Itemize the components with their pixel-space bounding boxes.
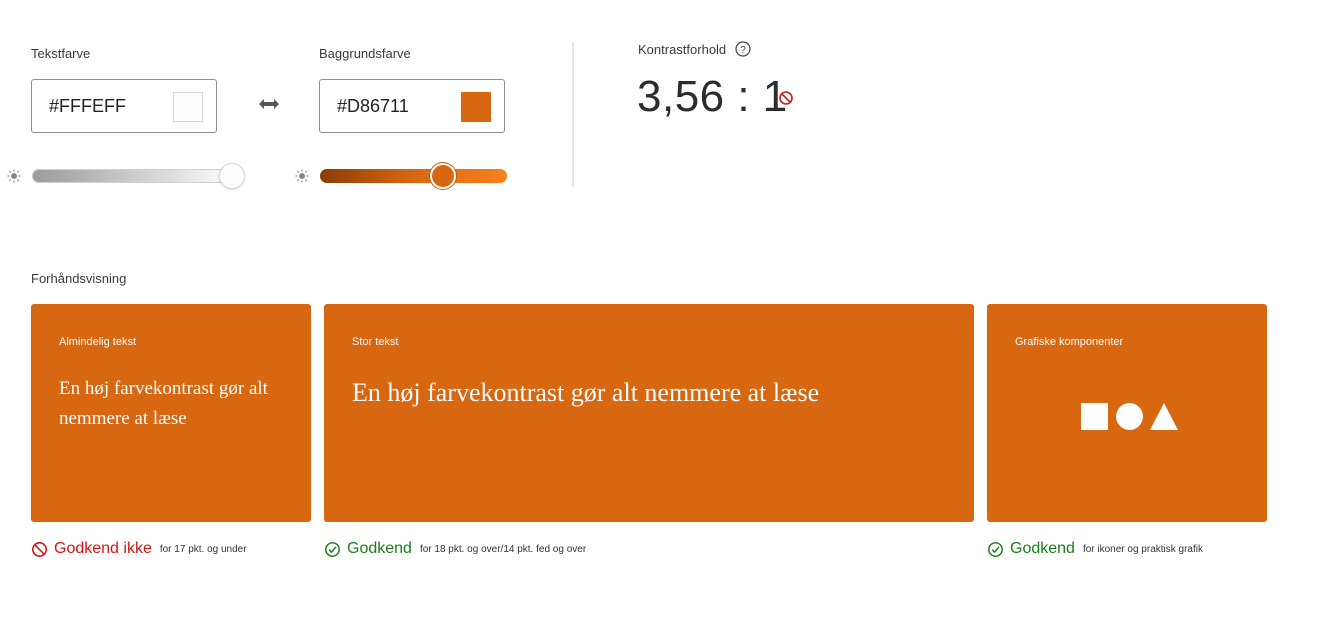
not-allowed-icon [779, 91, 793, 105]
section-divider [572, 42, 574, 187]
card-title: Almindelig tekst [59, 336, 137, 348]
normal-text-result: Godkend ikke for 17 pkt. og under [31, 540, 247, 558]
result-note: for 17 pkt. og under [159, 543, 247, 555]
normal-text-sample: En høj farvekontrast gør alt nemmere at … [59, 378, 268, 429]
background-color-label: Baggrundsfarve [319, 46, 411, 61]
text-color-swatch[interactable] [173, 92, 203, 122]
background-color-swatch[interactable] [461, 92, 491, 122]
text-color-hex[interactable]: #FFFEFF [49, 96, 126, 117]
result-verdict: Godkend [347, 540, 412, 557]
not-allowed-icon [32, 541, 47, 557]
text-color-label: Tekstfarve [31, 46, 91, 61]
large-text-sample: En høj farvekontrast gør alt nemmere at … [352, 378, 820, 407]
large-text-preview-card: Stor tekst En høj farvekontrast gør alt … [324, 304, 974, 522]
background-color-slider-thumb[interactable] [430, 163, 457, 189]
text-color-brightness-slider[interactable] [32, 169, 238, 183]
card-title: Grafiske komponenter [1015, 336, 1124, 348]
result-verdict: Godkend ikke [54, 540, 152, 557]
text-color-input[interactable]: #FFFEFF [31, 79, 217, 133]
check-circle-icon [988, 541, 1003, 557]
normal-text-preview-card: Almindelig tekst En høj farvekontrast gø… [31, 304, 311, 522]
text-color-slider-thumb[interactable] [218, 163, 245, 189]
graphic-components-preview-card: Grafiske komponenter [987, 304, 1267, 522]
brightness-icon [295, 169, 309, 183]
result-note: for ikoner og praktisk grafik [1082, 543, 1203, 555]
contrast-ratio-value: 3,56 : 1 [637, 72, 788, 121]
large-text-result: Godkend for 18 pkt. og over/14 pkt. fed … [324, 540, 586, 558]
question-circle-icon[interactable]: ? [735, 41, 751, 57]
result-note: for 18 pkt. og over/14 pkt. fed og over [419, 543, 587, 555]
card-title: Stor tekst [352, 336, 399, 348]
triangle-icon [1150, 403, 1178, 430]
circle-icon [1116, 403, 1143, 430]
result-verdict: Godkend [1010, 540, 1075, 557]
brightness-icon [7, 169, 21, 183]
background-color-input[interactable]: #D86711 [319, 79, 505, 133]
contrast-ratio-label: Kontrastforhold [638, 42, 727, 57]
check-circle-icon [325, 541, 340, 557]
graphic-components-result: Godkend for ikoner og praktisk grafik [987, 540, 1203, 558]
swap-colors-icon[interactable] [258, 97, 280, 111]
background-color-hex[interactable]: #D86711 [337, 96, 409, 117]
svg-text:?: ? [740, 45, 746, 56]
background-color-brightness-slider[interactable] [320, 169, 507, 183]
preview-label: Forhåndsvisning [31, 271, 127, 286]
square-icon [1081, 403, 1108, 430]
